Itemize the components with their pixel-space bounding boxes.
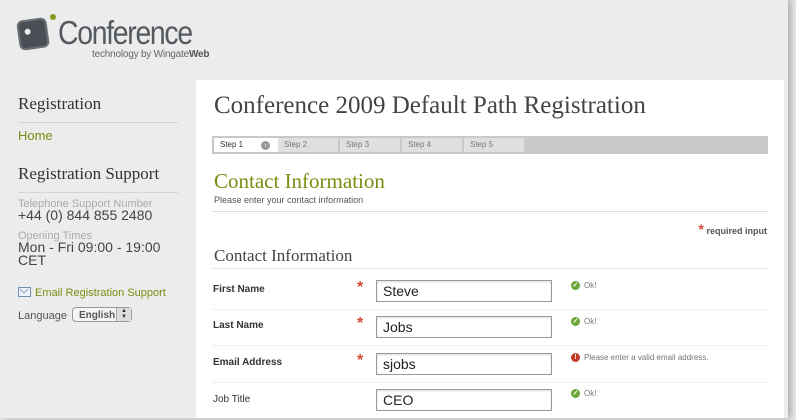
last-name-input[interactable]: Jobs — [376, 316, 552, 338]
step-arrow-icon: › — [261, 141, 270, 150]
row-divider — [212, 345, 768, 346]
required-star-icon: * — [357, 279, 364, 296]
last-name-label: Last Name — [213, 320, 264, 331]
logo-accent-dot — [50, 14, 56, 20]
job-title-input[interactable]: CEO — [376, 389, 552, 411]
form-row-job-title: Job Title CEO ✓ Ok! — [196, 384, 784, 420]
row-divider — [212, 309, 768, 310]
language-select-value: English — [79, 310, 116, 321]
required-star-icon: * — [357, 352, 364, 369]
last-name-status: ✓ Ok! — [571, 317, 596, 327]
step-4: Step 4 — [402, 138, 462, 152]
select-arrows-icon: ▲ ▼ — [116, 308, 132, 321]
row-divider — [212, 382, 768, 383]
required-note-text: required input — [706, 226, 768, 236]
section-divider — [212, 211, 768, 212]
envelope-icon — [18, 287, 31, 297]
sidebar-home-link[interactable]: Home — [18, 128, 53, 143]
sidebar: Registration Home Registration Support T… — [0, 80, 196, 418]
tagline-brand: Web — [188, 49, 210, 60]
required-star-icon: * — [698, 221, 704, 237]
first-name-status-text: Ok! — [584, 281, 597, 290]
check-icon: ✓ — [571, 281, 580, 290]
telephone-value: +44 (0) 844 855 2480 — [18, 207, 153, 223]
first-name-label: First Name — [213, 284, 265, 295]
step-3: Step 3 — [340, 138, 400, 152]
main-content: Conference 2009 Default Path Registratio… — [196, 80, 784, 418]
email-support-label[interactable]: Email Registration Support — [35, 287, 166, 299]
form-row-email: Email Address * sjobs ! Please enter a va… — [196, 348, 784, 384]
form-divider — [212, 268, 768, 269]
job-title-label: Job Title — [213, 394, 251, 405]
form-row-last-name: Last Name * Jobs ✓ Ok! — [196, 311, 784, 347]
step-1-label: Step 1 — [220, 140, 244, 149]
job-title-status: ✓ Ok! — [571, 389, 596, 399]
email-status: ! Please enter a valid email address. — [571, 353, 709, 363]
required-input-note: * required input — [699, 221, 767, 237]
page-title: Conference 2009 Default Path Registratio… — [214, 92, 646, 119]
step-5: Step 5 — [464, 138, 524, 152]
email-status-text: Please enter a valid email address. — [584, 353, 709, 362]
first-name-status: ✓ Ok! — [571, 281, 596, 291]
email-label: Email Address — [213, 357, 283, 368]
opening-times-value: Mon - Fri 09:00 - 19:00 CET — [18, 239, 161, 268]
step-progress-bar: Step 1 › Step 2 Step 3 Step 4 Step 5 — [212, 136, 768, 154]
form-row-first-name: First Name * Steve ✓ Ok! — [196, 276, 784, 312]
check-icon: ✓ — [571, 389, 580, 398]
language-label: Language — [18, 310, 67, 322]
tagline-prefix: technology by Wingate — [92, 49, 189, 60]
email-support-link[interactable]: Email Registration Support — [18, 286, 166, 299]
last-name-status-text: Ok! — [584, 317, 597, 326]
section-title: Contact Information — [214, 169, 385, 193]
required-star-icon: * — [357, 315, 364, 332]
first-name-input[interactable]: Steve — [376, 280, 552, 302]
check-icon: ✓ — [571, 317, 580, 326]
step-1: Step 1 › — [214, 138, 278, 152]
sidebar-registration-heading: Registration — [18, 94, 178, 123]
form-title: Contact Information — [214, 246, 353, 265]
site-header: Conference technology by WingateWeb — [0, 0, 788, 72]
conference-logo-icon[interactable] — [16, 17, 50, 51]
logo-text[interactable]: Conference — [58, 13, 193, 53]
step-2: Step 2 — [278, 138, 338, 152]
browser-window: Conference technology by WingateWeb Regi… — [0, 0, 788, 418]
language-select[interactable]: English ▲ ▼ — [72, 307, 133, 322]
logo-tagline: technology by WingateWeb — [92, 49, 210, 60]
language-selector-row: Language English ▲ ▼ — [18, 307, 133, 323]
section-subtitle: Please enter your contact information — [214, 195, 364, 205]
job-title-status-text: Ok! — [584, 389, 597, 398]
sidebar-support-heading: Registration Support — [18, 164, 178, 193]
error-icon: ! — [571, 353, 580, 362]
email-input[interactable]: sjobs — [376, 353, 552, 375]
